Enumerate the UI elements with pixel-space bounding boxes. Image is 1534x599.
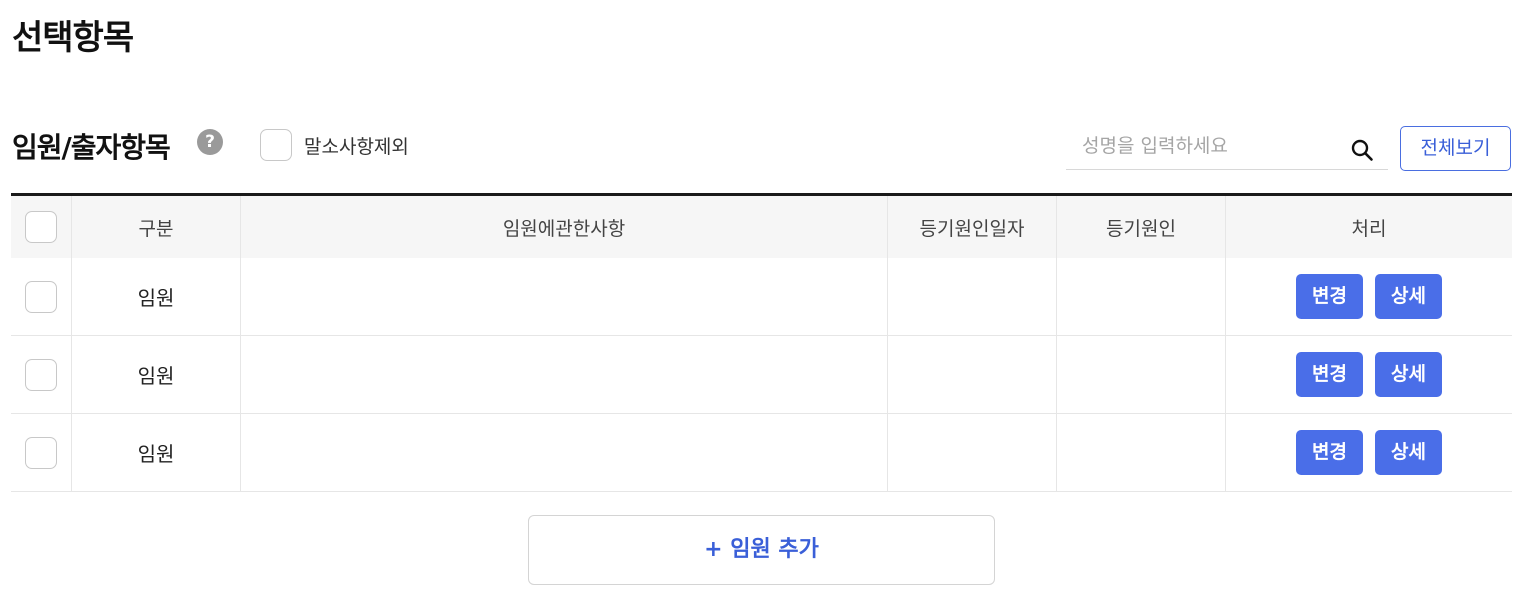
detail-button[interactable]: 상세: [1375, 352, 1442, 397]
row-type: 임원: [72, 336, 241, 413]
row-select-cell: [11, 258, 72, 335]
row-description: [241, 414, 888, 491]
exclude-cancelled-option[interactable]: 말소사항제외: [260, 128, 409, 162]
search-icon[interactable]: [1350, 138, 1374, 162]
row-checkbox[interactable]: [25, 436, 57, 469]
table-row: 임원 변경 상세: [11, 336, 1512, 414]
row-registration-date: [888, 258, 1057, 335]
header-registration-cause: 등기원인: [1057, 196, 1226, 258]
row-registration-date: [888, 336, 1057, 413]
select-all-checkbox[interactable]: [25, 211, 57, 243]
exclude-cancelled-checkbox[interactable]: [260, 129, 292, 161]
help-icon[interactable]: ?: [197, 129, 223, 155]
row-description: [241, 258, 888, 335]
row-type: 임원: [72, 414, 241, 491]
row-checkbox[interactable]: [25, 358, 57, 391]
change-button[interactable]: 변경: [1296, 430, 1363, 475]
search-box: [1066, 122, 1388, 170]
detail-button[interactable]: 상세: [1375, 430, 1442, 475]
change-button[interactable]: 변경: [1296, 352, 1363, 397]
row-actions: 변경 상세: [1226, 414, 1512, 491]
add-officer-button[interactable]: + 임원 추가: [528, 515, 995, 585]
search-input[interactable]: [1066, 128, 1336, 164]
row-type: 임원: [72, 258, 241, 335]
detail-button[interactable]: 상세: [1375, 274, 1442, 319]
change-button[interactable]: 변경: [1296, 274, 1363, 319]
view-all-button[interactable]: 전체보기: [1400, 126, 1511, 171]
row-registration-cause: [1057, 336, 1226, 413]
row-registration-cause: [1057, 258, 1226, 335]
row-description: [241, 336, 888, 413]
row-checkbox[interactable]: [25, 280, 57, 313]
exclude-cancelled-label: 말소사항제외: [304, 135, 409, 158]
header-registration-date: 등기원인일자: [888, 196, 1057, 258]
row-actions: 변경 상세: [1226, 336, 1512, 413]
table-header-row: 구분 임원에관한사항 등기원인일자 등기원인 처리: [11, 196, 1512, 258]
table-row: 임원 변경 상세: [11, 258, 1512, 336]
row-registration-date: [888, 414, 1057, 491]
row-registration-cause: [1057, 414, 1226, 491]
section-title: 임원/출자항목: [12, 131, 171, 164]
page-title: 선택항목: [12, 18, 134, 58]
header-type: 구분: [72, 196, 241, 258]
officer-table: 구분 임원에관한사항 등기원인일자 등기원인 처리 임원 변경 상세 임원 변경…: [11, 193, 1512, 492]
row-select-cell: [11, 414, 72, 491]
header-action: 처리: [1351, 217, 1387, 240]
row-actions: 변경 상세: [1226, 258, 1512, 335]
header-description: 임원에관한사항: [241, 196, 888, 258]
row-select-cell: [11, 336, 72, 413]
section-header: 임원/출자항목 ? 말소사항제외 전체보기: [12, 122, 1512, 172]
header-select-cell: [11, 196, 72, 258]
table-row: 임원 변경 상세: [11, 414, 1512, 492]
